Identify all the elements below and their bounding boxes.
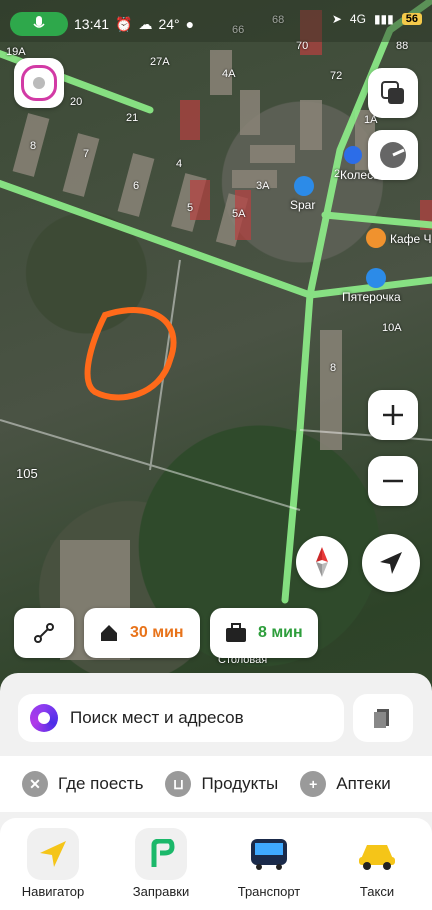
home-route-chip[interactable]: 30 мин [84,608,200,658]
bus-icon [243,828,295,880]
work-route-chip[interactable]: 8 мин [210,608,318,658]
map-mode-button[interactable] [368,130,418,180]
hand-drawn-circle-annotation [84,307,177,401]
house-number: 27А [150,56,170,68]
house-number: 8 [30,140,37,152]
car-service-poi-icon[interactable] [344,146,362,164]
zoom-in-button[interactable] [368,390,418,440]
search-placeholder: Поиск мест и адресов [70,708,244,727]
category-groceries[interactable]: ⊔ Продукты [165,771,278,797]
house-number: 4 [176,158,183,170]
my-location-button[interactable] [362,534,420,592]
misc-icon: ● [185,16,195,32]
service-label: Такси [359,884,395,899]
temperature: 24° [158,16,180,32]
signal-icon: ▮▮▮ [373,12,394,26]
layers-button[interactable] [368,68,418,118]
poi-label-spar[interactable]: Spar [290,198,315,212]
house-number: 21 [126,112,139,124]
search-bar[interactable]: Поиск мест и адресов [18,694,344,742]
bookmarks-icon [374,709,389,728]
house-number: 19А [6,46,26,58]
fuel-icon [135,828,187,880]
profile-avatar-button[interactable] [14,58,64,108]
house-number: 8 [330,362,337,374]
home-icon [101,625,117,641]
category-label: Аптеки [336,774,391,793]
mic-active-indicator [10,12,68,36]
plus-icon: + [300,771,327,797]
house-number: 72 [330,70,343,82]
house-number: 7 [83,148,90,160]
taxi-icon [351,828,403,880]
navigator-arrow-icon [27,828,79,880]
status-time: 13:41 [74,16,110,32]
fork-knife-icon: ✕ [22,771,48,797]
grocery-poi-icon[interactable] [366,268,386,288]
location-arrow-icon [380,552,402,574]
house-number: 3А [256,180,270,192]
poi-label-pyaterochka[interactable]: Пятерочка [342,290,401,304]
briefcase-icon [226,623,246,642]
plus-icon [383,405,403,425]
service-transport[interactable]: Транспорт [224,828,314,899]
house-number: 4А [222,68,236,80]
grocery-poi-icon[interactable] [294,176,314,196]
service-label: Транспорт [237,884,301,899]
network-type: 4G [349,12,366,26]
service-navigator[interactable]: Навигатор [8,828,98,899]
alarm-icon: ⏰ [115,15,133,32]
basket-icon: ⊔ [165,771,192,797]
house-number: 6 [133,180,140,192]
work-travel-time: 8 мин [258,624,303,641]
mic-icon [33,16,45,28]
cafe-poi-icon[interactable] [366,228,386,248]
bookmarks-button[interactable] [353,694,413,742]
route-icon [34,623,54,643]
minus-icon [383,479,403,483]
service-taxi[interactable]: Такси [332,828,422,899]
category-label: Продукты [201,774,279,793]
service-label: Заправки [132,884,190,899]
house-number: 10А [382,322,402,334]
category-row[interactable]: ✕ Где поесть ⊔ Продукты + Аптеки [0,756,432,812]
layers-icon [381,81,404,104]
avatar-icon [21,65,57,101]
speedometer-icon [380,142,406,168]
battery-level: 56 [401,13,422,25]
category-food[interactable]: ✕ Где поесть [22,771,143,797]
service-fuel[interactable]: Заправки [116,828,206,899]
service-label: Навигатор [21,884,85,899]
house-number: 105 [16,466,38,481]
alice-assistant-icon[interactable] [30,704,58,732]
location-arrow-icon: ➤ [331,12,342,26]
poi-label-kafe[interactable]: Кафе Ч [390,232,432,246]
home-travel-time: 30 мин [130,624,184,641]
weather-icon: ☁ [138,15,153,32]
status-bar: 13:41 ⏰ ☁ 24° ● ➤ 4G ▮▮▮ 56 [0,0,432,42]
compass-icon [316,547,328,577]
zoom-out-button[interactable] [368,456,418,506]
house-number: 20 [70,96,83,108]
house-number: 5А [232,208,246,220]
compass-button[interactable] [296,536,348,588]
services-bar: Навигатор Заправки Транспорт Такси [0,818,432,910]
category-label: Где поесть [58,774,144,793]
category-pharmacies[interactable]: + Аптеки [300,771,391,797]
house-number: 5 [187,202,194,214]
routes-button[interactable] [14,608,74,658]
